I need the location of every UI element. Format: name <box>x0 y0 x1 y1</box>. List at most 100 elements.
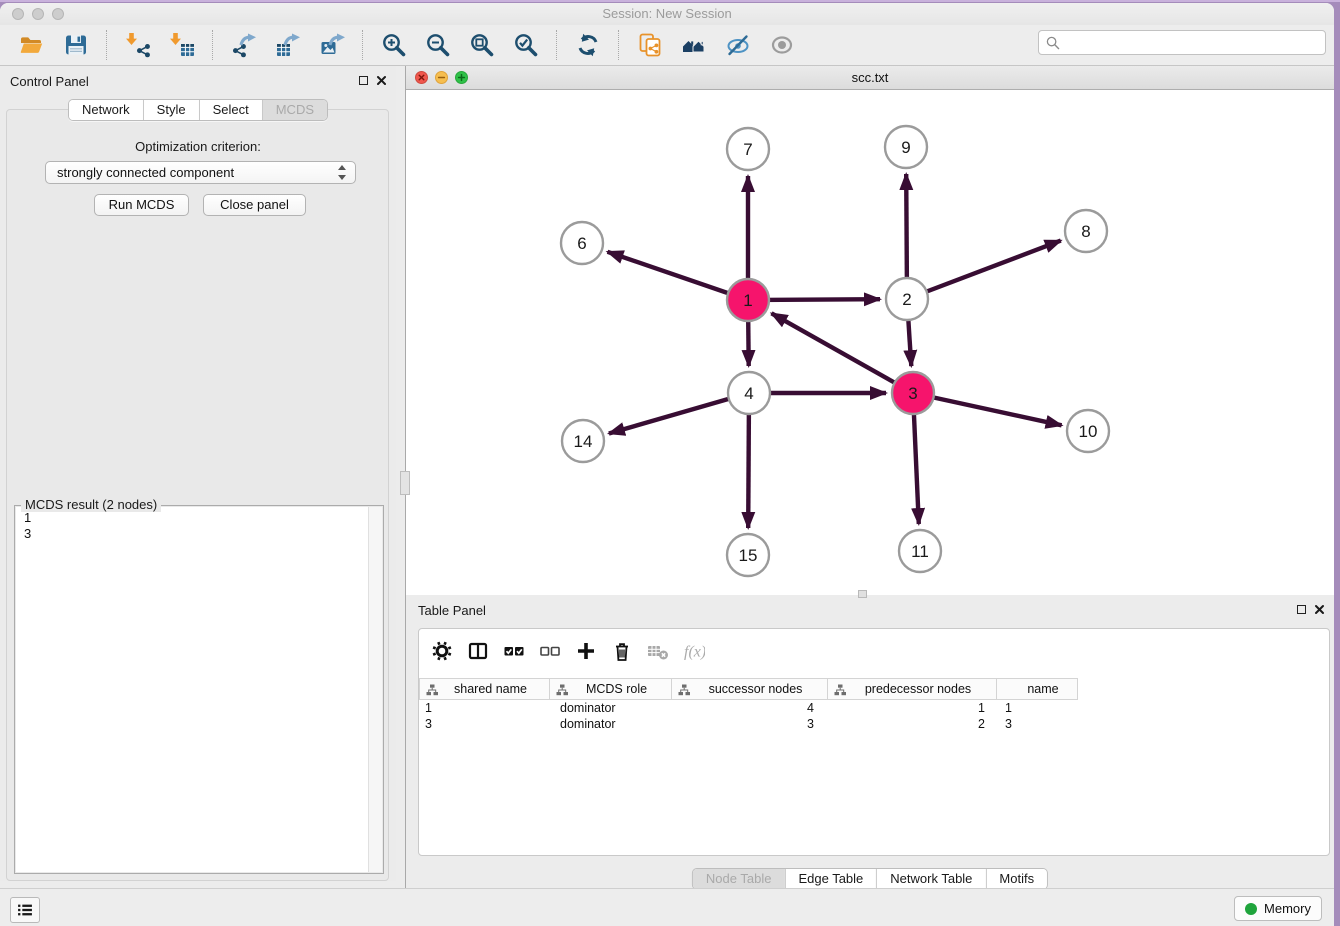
shared-column-icon <box>678 684 690 696</box>
memory-button[interactable]: Memory <box>1234 896 1322 921</box>
tab-node-table[interactable]: Node Table <box>693 869 785 889</box>
graph-node-label: 6 <box>577 234 586 253</box>
import-network-icon[interactable] <box>125 32 151 58</box>
toolbar-separator <box>556 30 558 60</box>
memory-status-dot <box>1245 903 1257 915</box>
list-icon <box>15 900 35 920</box>
zoom-in-icon[interactable] <box>381 32 407 58</box>
svg-text:f(x): f(x) <box>684 644 705 661</box>
column-header-name[interactable]: name <box>997 678 1078 700</box>
export-network-icon[interactable] <box>231 32 257 58</box>
graph-node-label: 14 <box>574 432 593 451</box>
status-bar: Memory <box>0 888 1334 926</box>
table-cell[interactable]: dominator <box>550 700 672 716</box>
optimization-criterion-label: Optimization criterion: <box>0 139 396 154</box>
apply-layout-icon[interactable] <box>575 32 601 58</box>
table-cell[interactable]: 3 <box>419 716 550 732</box>
table-row[interactable]: 1dominator411 <box>419 700 1078 716</box>
graph-node-label: 2 <box>902 290 911 309</box>
mcds-result-text: 1 3 <box>16 507 368 872</box>
control-panel-float-icon[interactable] <box>359 76 368 85</box>
export-image-icon[interactable] <box>319 32 345 58</box>
column-header-label: successor nodes <box>672 679 827 699</box>
close-panel-button[interactable]: Close panel <box>203 194 306 216</box>
show-graphics-details-icon <box>769 32 795 58</box>
control-panel-close-icon[interactable] <box>376 75 387 86</box>
task-history-button[interactable] <box>10 897 40 923</box>
table-cell[interactable]: 3 <box>997 716 1078 732</box>
table-splitter-handle[interactable] <box>858 590 867 598</box>
memory-button-label: Memory <box>1264 901 1311 916</box>
import-table-icon[interactable] <box>169 32 195 58</box>
delete-table-icon <box>647 640 669 662</box>
tab-network[interactable]: Network <box>69 100 143 120</box>
tab-edge-table[interactable]: Edge Table <box>784 869 876 889</box>
clone-network-icon[interactable] <box>637 32 663 58</box>
table-panel-float-icon[interactable] <box>1297 605 1306 614</box>
save-session-icon[interactable] <box>63 32 89 58</box>
graph-edge-2-8[interactable] <box>907 241 1061 299</box>
network-graph: 1234678910111415 <box>406 90 1334 595</box>
column-header-MCDS-role[interactable]: MCDS role <box>550 678 672 700</box>
graph-node-label: 9 <box>901 138 910 157</box>
zoom-selected-icon[interactable] <box>513 32 539 58</box>
table-cell[interactable]: 3 <box>672 716 828 732</box>
hide-graphics-details-icon[interactable] <box>725 32 751 58</box>
column-header-shared-name[interactable]: shared name <box>419 678 550 700</box>
graph-edge-3-10[interactable] <box>913 393 1062 425</box>
add-row-icon[interactable] <box>575 640 597 662</box>
search-input[interactable] <box>1064 32 1325 54</box>
mcds-result-scrollbar[interactable] <box>368 507 382 872</box>
column-layout-icon[interactable] <box>467 640 489 662</box>
open-session-icon[interactable] <box>19 32 45 58</box>
tab-style[interactable]: Style <box>143 100 199 120</box>
column-header-predecessor-nodes[interactable]: predecessor nodes <box>828 678 997 700</box>
tab-motifs[interactable]: Motifs <box>985 869 1047 889</box>
table-cell[interactable]: 4 <box>672 700 828 716</box>
mcds-result-textarea[interactable]: 1 3 <box>16 507 382 872</box>
toolbar-separator <box>106 30 108 60</box>
table-header-row: shared nameMCDS rolesuccessor nodesprede… <box>419 678 1078 700</box>
panel-splitter-handle[interactable] <box>400 471 410 495</box>
criterion-select[interactable]: strongly connected component <box>45 161 356 184</box>
table-cell[interactable]: dominator <box>550 716 672 732</box>
column-header-label: MCDS role <box>550 679 671 699</box>
search-icon <box>1046 36 1060 50</box>
app-window: Session: New Session Control Panel Netwo… <box>0 3 1334 926</box>
column-header-label: shared name <box>420 679 549 699</box>
deselect-all-icon[interactable] <box>539 640 561 662</box>
mcds-result-groupbox: MCDS result (2 nodes) 1 3 <box>14 505 384 874</box>
control-panel: Control Panel NetworkStyleSelectMCDS Opt… <box>0 66 396 881</box>
delete-row-icon[interactable] <box>611 640 633 662</box>
column-header-successor-nodes[interactable]: successor nodes <box>672 678 828 700</box>
tab-mcds[interactable]: MCDS <box>262 100 327 120</box>
table-cell[interactable]: 1 <box>997 700 1078 716</box>
tab-select[interactable]: Select <box>199 100 262 120</box>
graph-edge-1-6[interactable] <box>608 252 749 300</box>
table-cell[interactable]: 1 <box>419 700 550 716</box>
table-cell[interactable]: 1 <box>828 700 997 716</box>
table-panel-close-icon[interactable] <box>1314 604 1325 615</box>
network-canvas[interactable]: 1234678910111415 <box>406 90 1334 595</box>
toolbar-separator <box>212 30 214 60</box>
graph-edge-3-1[interactable] <box>772 313 914 393</box>
zoom-fit-icon[interactable] <box>469 32 495 58</box>
main-toolbar <box>0 25 1334 66</box>
first-neighbors-icon[interactable] <box>681 32 707 58</box>
network-view-window: scc.txt 1234678910111415 <box>406 66 1334 595</box>
window-title: Session: New Session <box>0 6 1334 21</box>
run-mcds-button[interactable]: Run MCDS <box>94 194 189 216</box>
select-stepper-icon <box>338 165 347 180</box>
criterion-select-value: strongly connected component <box>57 165 234 180</box>
table-row[interactable]: 3dominator323 <box>419 716 1078 732</box>
graph-node-label: 11 <box>911 542 929 561</box>
table-settings-icon[interactable] <box>431 640 453 662</box>
select-all-icon[interactable] <box>503 640 525 662</box>
tab-network-table[interactable]: Network Table <box>876 869 985 889</box>
shared-column-icon <box>426 684 438 696</box>
table-cell[interactable]: 2 <box>828 716 997 732</box>
export-table-icon[interactable] <box>275 32 301 58</box>
zoom-out-icon[interactable] <box>425 32 451 58</box>
search-box[interactable] <box>1038 30 1326 55</box>
window-titlebar: Session: New Session <box>0 3 1334 25</box>
